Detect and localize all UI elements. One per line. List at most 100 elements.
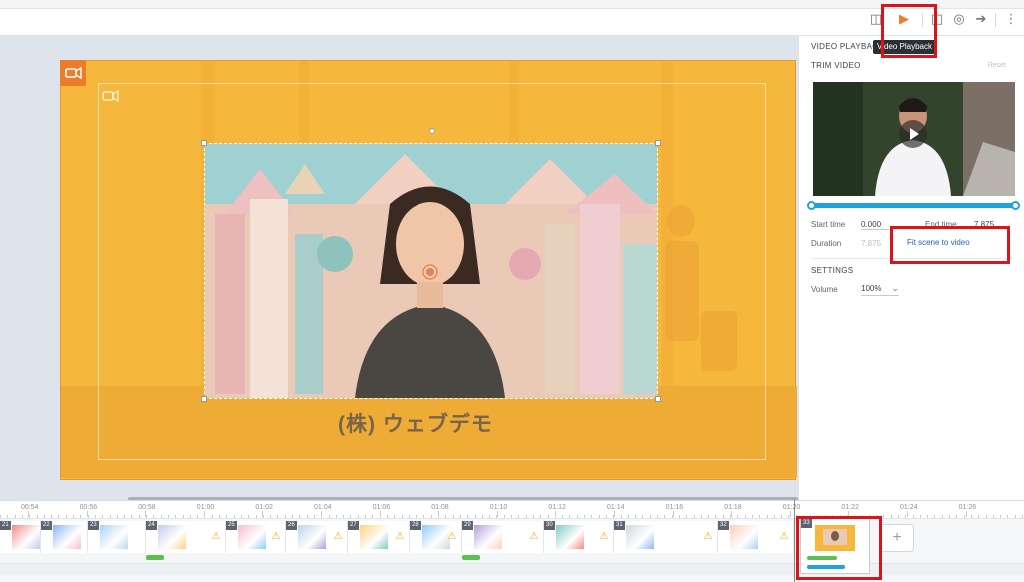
clip-number: 31 [614, 521, 625, 530]
ruler-minor-tick [255, 515, 257, 518]
trim-video-preview[interactable] [813, 82, 1015, 196]
ruler-minor-tick [204, 515, 206, 518]
timeline-playhead[interactable] [794, 500, 795, 582]
ruler-minor-tick [416, 515, 418, 518]
rotate-handle[interactable] [429, 128, 435, 134]
video-layer[interactable] [201, 128, 661, 402]
ruler-minor-tick [795, 515, 797, 518]
timeline-clip[interactable]: 28 ⚠ [410, 521, 462, 553]
ruler-minor-tick [248, 515, 250, 518]
timeline-clip[interactable]: 31 ⚠ [614, 521, 718, 553]
timeline-clip[interactable]: 25 ⚠ [226, 521, 286, 553]
scene-transition-icon[interactable]: ◫ [868, 12, 884, 28]
ruler-minor-tick [386, 515, 388, 518]
ruler-minor-tick [14, 515, 16, 518]
timeline-clip[interactable]: 32 ⚠ [718, 521, 794, 553]
ruler-minor-tick [306, 515, 308, 518]
timeline-clip[interactable]: 27 ⚠ [348, 521, 410, 553]
ruler-minor-tick [328, 515, 330, 518]
ruler-minor-tick [511, 515, 512, 518]
ruler-minor-tick [591, 515, 593, 518]
export-icon[interactable]: ➔ [973, 12, 989, 28]
ruler-minor-tick [1022, 515, 1023, 518]
ruler-minor-tick [146, 515, 147, 518]
ruler-minor-tick [1007, 515, 1009, 518]
selected-scene-clip[interactable]: 33 [800, 518, 870, 574]
ruler-minor-tick [934, 515, 936, 518]
clip-audio-bar[interactable] [146, 555, 164, 560]
window-strip [0, 0, 1024, 9]
clip-thumbnail [556, 525, 584, 549]
start-time-input[interactable]: 0.000 [861, 220, 889, 230]
ruler-minor-tick [219, 515, 220, 518]
ruler-minor-tick [58, 515, 60, 518]
warning-icon[interactable]: ⚠ [702, 531, 714, 542]
ruler-minor-tick [576, 515, 578, 518]
clip-number: 28 [410, 521, 421, 530]
trim-slider[interactable] [807, 201, 1020, 210]
ruler-minor-tick [277, 515, 279, 518]
resize-handle[interactable] [655, 140, 661, 146]
ruler-tick-label: 01:08 [431, 504, 449, 511]
trim-end-handle[interactable] [1011, 201, 1020, 210]
ruler-minor-tick [737, 515, 739, 518]
resize-handle[interactable] [655, 396, 661, 402]
play-icon [910, 128, 919, 140]
ruler-minor-tick [284, 515, 286, 518]
timeline-clip[interactable]: 21 [0, 521, 41, 553]
warning-icon[interactable]: ⚠ [394, 531, 406, 542]
warning-icon[interactable]: ⚠ [528, 531, 540, 542]
clip-thumbnail [100, 525, 128, 549]
crop-icon[interactable]: □ [929, 12, 945, 28]
ruler-minor-tick [167, 515, 169, 518]
ruler-minor-tick [686, 515, 688, 518]
timeline-clip[interactable]: 23 [88, 521, 146, 553]
warning-icon[interactable]: ⚠ [210, 531, 222, 542]
ruler-minor-tick [262, 515, 264, 518]
timeline-clip[interactable]: 26 ⚠ [286, 521, 348, 553]
company-name-text[interactable]: (株) ウェブデモ [338, 408, 493, 438]
video-playback-icon[interactable]: ▶ [896, 12, 912, 28]
timeline-clip[interactable]: 29 ⚠ [462, 521, 544, 553]
warning-icon[interactable]: ⚠ [332, 531, 344, 542]
warning-icon[interactable]: ⚠ [778, 531, 790, 542]
warning-icon[interactable]: ⚠ [446, 531, 458, 542]
ruler-minor-tick [751, 515, 753, 518]
play-button[interactable] [899, 120, 927, 148]
reset-link[interactable]: Reset [988, 62, 1006, 69]
timeline-clip[interactable]: 22 [41, 521, 88, 553]
warning-icon[interactable]: ⚠ [598, 531, 610, 542]
ruler-minor-tick [379, 515, 381, 518]
volume-select[interactable]: 100% ⌄ [861, 283, 899, 296]
add-scene-button[interactable]: + [880, 524, 914, 552]
timeline-clip[interactable]: 24 ⚠ [146, 521, 226, 553]
ruler-minor-tick [292, 515, 293, 518]
ruler-tick-label: 01:00 [196, 504, 215, 511]
ruler-minor-tick [693, 515, 695, 518]
warning-icon[interactable]: ⚠ [270, 531, 282, 542]
timeline-clip[interactable]: 30 ⚠ [544, 521, 614, 553]
ruler-tick-label: 01:24 [900, 504, 918, 511]
resize-handle[interactable] [201, 396, 207, 402]
clip-thumbnail [360, 525, 388, 549]
ruler-minor-tick [919, 515, 921, 518]
ruler-minor-tick [496, 515, 498, 518]
ruler-minor-tick [664, 515, 666, 518]
ruler-minor-tick [657, 515, 658, 518]
ruler-minor-tick [299, 515, 301, 518]
clip-video-bar[interactable] [807, 565, 845, 569]
ruler-minor-tick [343, 515, 345, 518]
resize-handle[interactable] [201, 140, 207, 146]
trim-start-handle[interactable] [807, 201, 816, 210]
more-vertical-icon[interactable]: ⋮ [1003, 12, 1019, 28]
ruler-minor-tick [153, 515, 155, 518]
clip-audio-bar[interactable] [462, 555, 480, 560]
ruler-minor-tick [992, 515, 994, 518]
clip-audio-bar[interactable] [807, 556, 837, 560]
end-time-input[interactable]: 7.875 [974, 220, 994, 229]
ruler-minor-tick [350, 515, 352, 518]
animation-icon[interactable]: ◎ [951, 12, 967, 28]
ruler-minor-tick [627, 515, 629, 518]
timeline-ruler[interactable]: 00:54 00:56 00:58 01:00 01:02 01:04 01:06 01:08… [0, 501, 1024, 519]
fit-scene-to-video-button[interactable]: Fit scene to video [907, 238, 970, 247]
